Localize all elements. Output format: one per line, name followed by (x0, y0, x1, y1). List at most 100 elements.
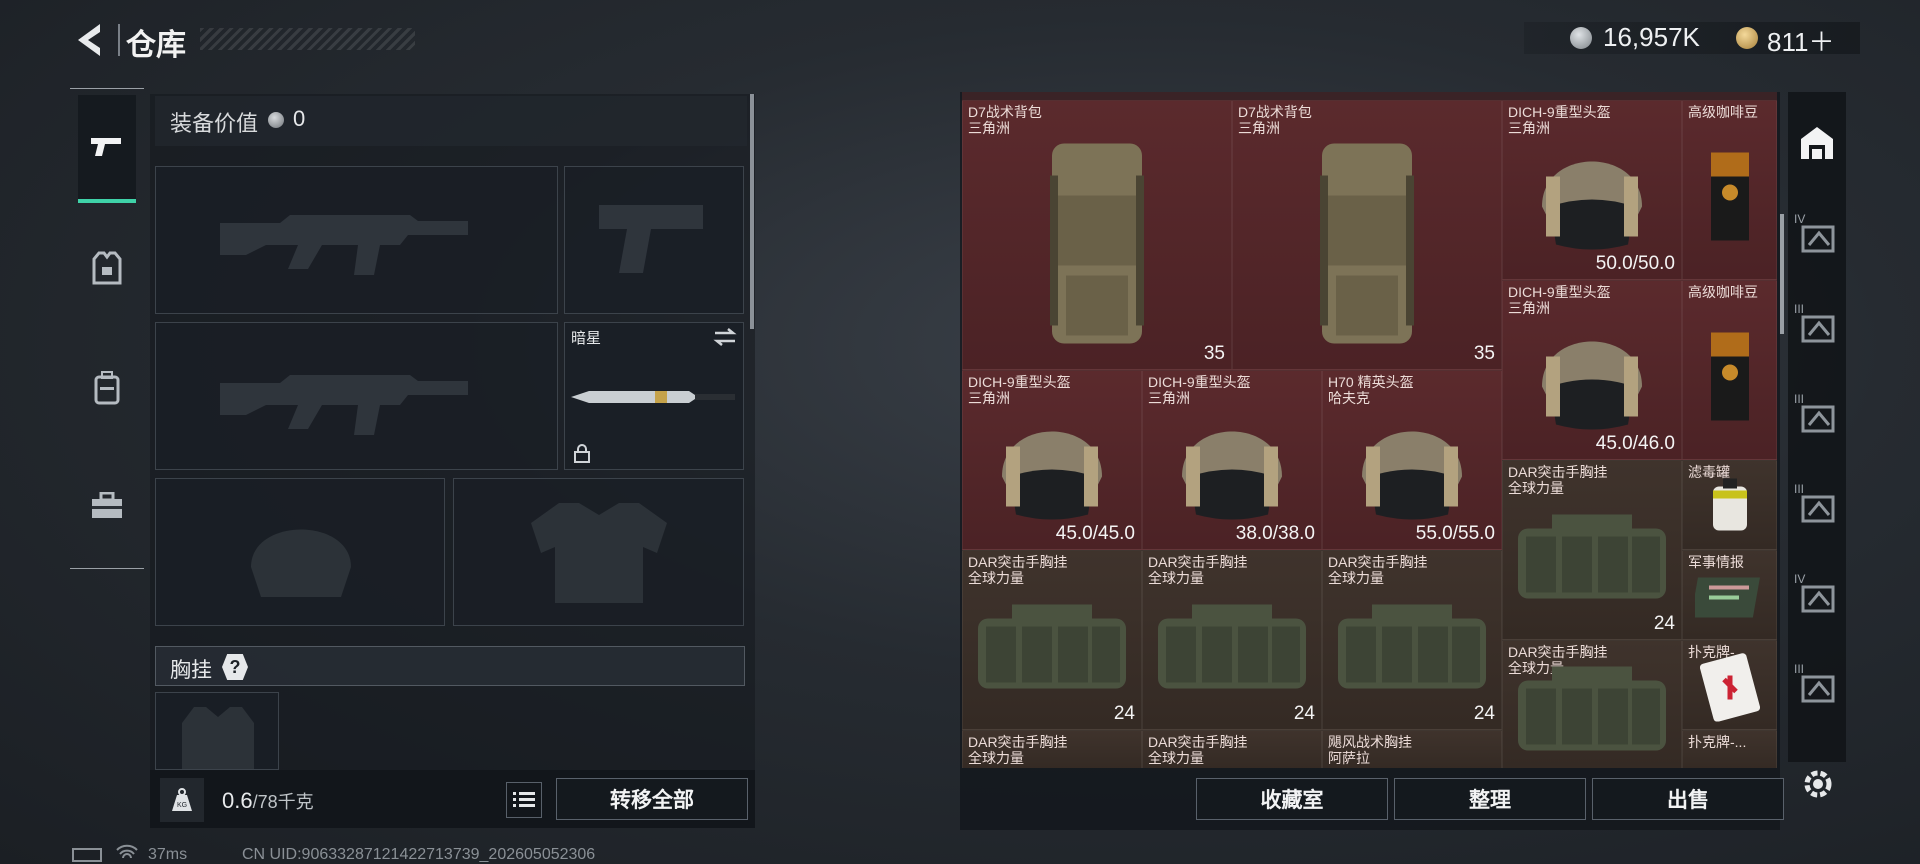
item-faction: 全球力量 (1148, 570, 1204, 586)
carry-weight: 0.6/78千克 (222, 788, 314, 814)
lock-icon (574, 444, 590, 463)
warehouse-item[interactable]: D7战术背包 三角洲 35 (962, 100, 1232, 370)
warehouse-item[interactable]: DAR突击手胸挂 全球力量 (962, 730, 1142, 768)
primary-weapon-slot[interactable] (155, 166, 558, 314)
warehouse-grid: D7战术背包 三角洲 35 D7战术背包 三角洲 35 DICH-9重型头盔 三角洲 50.0/… (962, 100, 1777, 768)
rail-tier-tab[interactable]: IV (1792, 572, 1842, 622)
warehouse-item[interactable]: DAR突击手胸挂 全球力量 (1502, 640, 1682, 768)
warehouse-grid-top (962, 92, 1777, 100)
body-armor-slot[interactable] (453, 478, 744, 626)
item-faction: 三角洲 (968, 390, 1010, 406)
sidearm-slot[interactable] (564, 166, 744, 314)
rail-tier-tab[interactable]: III (1792, 482, 1842, 532)
item-name: DICH-9重型头盔 (968, 374, 1071, 390)
rig-icon (1332, 596, 1492, 701)
silver-currency: 16,957K (1603, 22, 1700, 52)
sort-button[interactable]: 整理 (1394, 778, 1586, 820)
silver-coin-icon (1570, 27, 1592, 49)
rig-icon (1512, 659, 1672, 764)
carry-weight-max: /78千克 (252, 792, 314, 812)
warehouse-item[interactable]: DAR突击手胸挂 全球力量 (1142, 730, 1322, 768)
back-button[interactable] (70, 20, 110, 60)
item-name: 军事情报 (1688, 554, 1744, 570)
nav-armor[interactable] (78, 214, 136, 322)
help-icon[interactable]: ? (222, 654, 248, 680)
warehouse-item[interactable]: 扑克牌-... (1682, 640, 1777, 730)
warehouse-item[interactable]: 飓风战术胸挂 阿萨拉 (1322, 730, 1502, 768)
rail-tier-tab[interactable]: IV (1792, 212, 1842, 262)
backpack-icon (1042, 136, 1152, 361)
armor-vest-icon (92, 251, 122, 285)
item-name: 扑克牌-... (1688, 734, 1747, 750)
warehouse-item[interactable]: DAR突击手胸挂 全球力量 24 (1142, 550, 1322, 730)
chest-rig-slot[interactable] (155, 692, 279, 770)
rail-tier-tab[interactable]: III (1792, 392, 1842, 442)
item-capacity: 24 (1473, 703, 1495, 724)
sell-button[interactable]: 出售 (1592, 778, 1784, 820)
item-name: D7战术背包 (1238, 104, 1312, 120)
nav-backpack[interactable] (78, 334, 136, 442)
item-capacity: 24 (1113, 703, 1135, 724)
melee-slot[interactable]: 暗星 (564, 322, 744, 470)
collection-room-button[interactable]: 收藏室 (1196, 778, 1388, 820)
rail-tier-tab[interactable]: III (1792, 302, 1842, 352)
warehouse-item[interactable]: 扑克牌-... (1682, 730, 1777, 768)
carry-weight-value: 0.6 (222, 788, 253, 813)
warehouse-item[interactable]: DAR突击手胸挂 全球力量 24 (1322, 550, 1502, 730)
rail-tier-label: III (1794, 662, 1805, 676)
warehouse-item[interactable]: 高级咖啡豆 (1682, 100, 1777, 280)
rig-icon (1512, 506, 1672, 611)
warehouse-item[interactable]: 滤毒罐 (1682, 460, 1777, 550)
rail-all-items[interactable] (1792, 118, 1842, 168)
warehouse-item[interactable]: 高级咖啡豆 (1682, 280, 1777, 460)
item-name: D7战术背包 (968, 104, 1042, 120)
warehouse-item[interactable]: DAR突击手胸挂 全球力量 24 (962, 550, 1142, 730)
nav-weapons[interactable] (78, 95, 136, 203)
item-name: DAR突击手胸挂 (1508, 644, 1608, 660)
item-durability: 55.0/55.0 (1415, 523, 1495, 544)
helmet-slot[interactable] (155, 478, 445, 626)
warehouse-item[interactable]: DICH-9重型头盔 三角洲 50.0/50.0 (1502, 100, 1682, 280)
item-durability: 38.0/38.0 (1235, 523, 1315, 544)
warehouse-scrollbar[interactable] (1780, 214, 1784, 334)
nav-top-line (70, 88, 144, 89)
warehouse-item[interactable]: D7战术背包 三角洲 35 (1232, 100, 1502, 370)
item-name: DAR突击手胸挂 (968, 734, 1068, 750)
rail-tier-label: III (1794, 482, 1805, 496)
back-arrow-icon (78, 24, 100, 56)
item-faction: 阿萨拉 (1328, 750, 1370, 766)
rail-tier-tab[interactable]: III (1792, 662, 1842, 712)
item-faction: 哈夫克 (1328, 390, 1370, 406)
armor-silhouette-icon (531, 503, 667, 603)
gold-currency[interactable]: 811＋ (1767, 22, 1834, 59)
secondary-weapon-slot[interactable] (155, 322, 558, 470)
transfer-all-button[interactable]: 转移全部 (556, 778, 748, 820)
warehouse-item[interactable]: DICH-9重型头盔 三角洲 45.0/45.0 (962, 370, 1142, 550)
warehouse-item[interactable]: DICH-9重型头盔 三角洲 38.0/38.0 (1142, 370, 1322, 550)
rig-icon (972, 596, 1132, 701)
backpack-icon (94, 371, 120, 405)
warehouse-item[interactable]: DICH-9重型头盔 三角洲 45.0/46.0 (1502, 280, 1682, 460)
equipment-scrollbar[interactable] (750, 94, 754, 329)
warehouse-item[interactable]: H70 精英头盔 哈夫克 55.0/55.0 (1322, 370, 1502, 550)
warehouse-icon (1801, 127, 1833, 159)
warehouse-item[interactable]: DAR突击手胸挂 全球力量 24 (1502, 460, 1682, 640)
item-faction: 三角洲 (1148, 390, 1190, 406)
item-name: 飓风战术胸挂 (1328, 734, 1412, 750)
list-icon (513, 792, 535, 807)
battery-icon (72, 848, 102, 862)
nav-toolbox[interactable] (78, 452, 136, 560)
list-view-button[interactable] (506, 782, 542, 818)
ping-text: 37ms (148, 846, 188, 863)
item-durability: 45.0/46.0 (1595, 433, 1675, 454)
item-capacity: 24 (1293, 703, 1315, 724)
item-durability: 45.0/45.0 (1055, 523, 1135, 544)
rifle-silhouette-icon (220, 375, 468, 435)
item-name: DAR突击手胸挂 (968, 554, 1068, 570)
item-faction: 全球力量 (1328, 570, 1384, 586)
warehouse-item[interactable]: 军事情报 (1682, 550, 1777, 640)
rail-tier-label: III (1794, 302, 1805, 316)
swap-icon[interactable] (713, 327, 737, 347)
rig-silhouette-icon (182, 707, 254, 769)
settings-gear-icon[interactable] (1796, 762, 1840, 806)
